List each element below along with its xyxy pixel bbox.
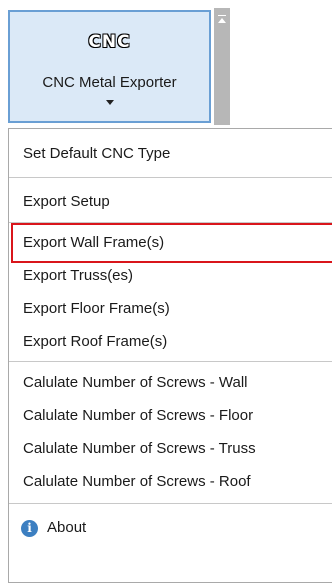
menu-item-export-floor-frames[interactable]: Export Floor Frame(s) xyxy=(9,293,332,325)
about-label: About xyxy=(47,519,87,536)
menu-item-screws-truss[interactable]: Calulate Number of Screws - Truss xyxy=(9,433,332,465)
menu-item-export-trusses[interactable]: Export Truss(es) xyxy=(9,260,332,292)
dropdown-arrow-icon xyxy=(105,100,114,105)
cnc-metal-exporter-button[interactable]: CNC CNC Metal Exporter xyxy=(8,10,211,123)
cnc-dropdown-menu: Set Default CNC Type Export Setup Export… xyxy=(8,128,332,583)
menu-separator xyxy=(9,503,332,504)
menu-item-screws-floor[interactable]: Calulate Number of Screws - Floor xyxy=(9,400,332,432)
highlight-box xyxy=(11,223,332,263)
menu-item-export-roof-frames[interactable]: Export Roof Frame(s) xyxy=(9,326,332,358)
cnc-logo-icon: CNC xyxy=(88,32,131,52)
menu-item-about[interactable]: i About xyxy=(9,512,332,544)
ribbon-side-panel[interactable] xyxy=(214,8,230,125)
menu-item-screws-wall[interactable]: Calulate Number of Screws - Wall xyxy=(9,367,332,399)
collapse-ribbon-icon[interactable] xyxy=(218,15,226,25)
menu-item-screws-roof[interactable]: Calulate Number of Screws - Roof xyxy=(9,466,332,498)
cnc-metal-exporter-label: CNC Metal Exporter xyxy=(42,74,177,91)
menu-separator xyxy=(9,361,332,362)
menu-separator xyxy=(9,177,332,178)
menu-item-export-setup[interactable]: Export Setup xyxy=(9,186,332,218)
info-icon: i xyxy=(21,520,38,537)
menu-item-set-default-cnc-type[interactable]: Set Default CNC Type xyxy=(9,138,332,170)
